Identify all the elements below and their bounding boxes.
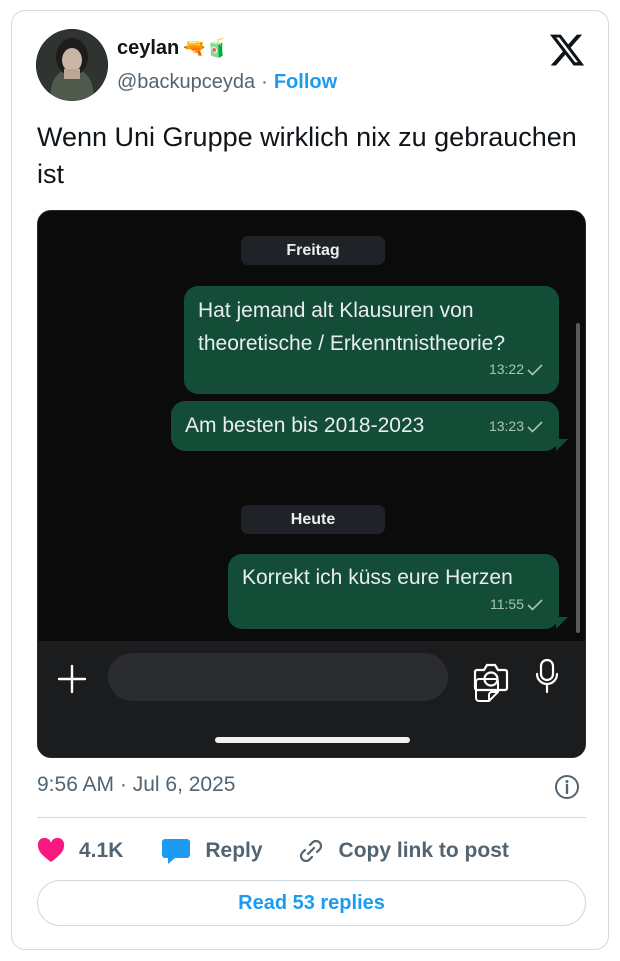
heart-icon (37, 838, 65, 862)
reply-label: Reply (205, 839, 263, 862)
message-time: 13:23 (488, 418, 524, 434)
message-text: Hat jemand alt Klausuren von theoretisch… (198, 299, 506, 355)
scrollbar[interactable] (576, 323, 580, 633)
sent-check-icon (527, 420, 543, 433)
x-logo-icon[interactable] (548, 31, 586, 69)
info-icon[interactable] (554, 774, 580, 800)
copy-link-label: Copy link to post (338, 839, 509, 862)
message-bubble: Korrekt ich küss eure Herzen 11:55 (228, 554, 559, 629)
sent-check-icon (527, 598, 543, 611)
bubble-tail (556, 617, 568, 629)
author-name[interactable]: ceylan (117, 37, 179, 60)
copy-link-button[interactable]: Copy link to post (297, 837, 509, 865)
link-icon (299, 839, 322, 863)
message-text: Korrekt ich küss eure Herzen (242, 566, 513, 589)
plus-icon[interactable] (56, 663, 88, 695)
day-separator-friday: Freitag (241, 236, 385, 265)
avatar[interactable] (36, 29, 108, 101)
tweet-card: ceylan 🔫🧃 @backupceyda · Follow Wenn Uni… (11, 10, 609, 950)
tweet-timestamp[interactable]: 9:56 AM · Jul 6, 2025 (37, 773, 235, 797)
microphone-icon[interactable] (535, 658, 559, 694)
author-handle[interactable]: @backupceyda (117, 71, 255, 94)
action-bar: 4.1K Reply Copy link to post (37, 831, 509, 871)
divider (37, 817, 586, 818)
home-indicator (215, 737, 410, 743)
likes-count: 4.1K (79, 839, 124, 862)
reply-bubble-icon (162, 839, 191, 864)
bubble-tail (556, 439, 568, 451)
message-bubble: Am besten bis 2018-2023 13:23 (171, 401, 559, 451)
tweet-text: Wenn Uni Gruppe wirklich nix zu gebrauch… (37, 122, 577, 189)
sent-check-icon (527, 363, 543, 376)
message-time: 13:22 (488, 361, 524, 377)
message-composer (38, 641, 585, 757)
message-bubble: Hat jemand alt Klausuren von theoretisch… (184, 286, 559, 394)
read-replies-button[interactable]: Read 53 replies (37, 880, 586, 926)
message-text: Am besten bis 2018-2023 (185, 414, 425, 437)
message-input[interactable] (108, 653, 499, 702)
like-button[interactable]: 4.1K (37, 838, 123, 864)
message-time: 11:55 (490, 596, 524, 612)
separator-dot: · (261, 71, 268, 93)
follow-button[interactable]: Follow (274, 71, 337, 94)
author-emoji: 🔫🧃 (183, 38, 229, 58)
camera-icon[interactable] (473, 661, 509, 693)
reply-button[interactable]: Reply (161, 837, 263, 865)
day-separator-today: Heute (241, 505, 385, 534)
chat-screenshot[interactable]: Freitag Hat jemand alt Klausuren von the… (37, 210, 586, 758)
